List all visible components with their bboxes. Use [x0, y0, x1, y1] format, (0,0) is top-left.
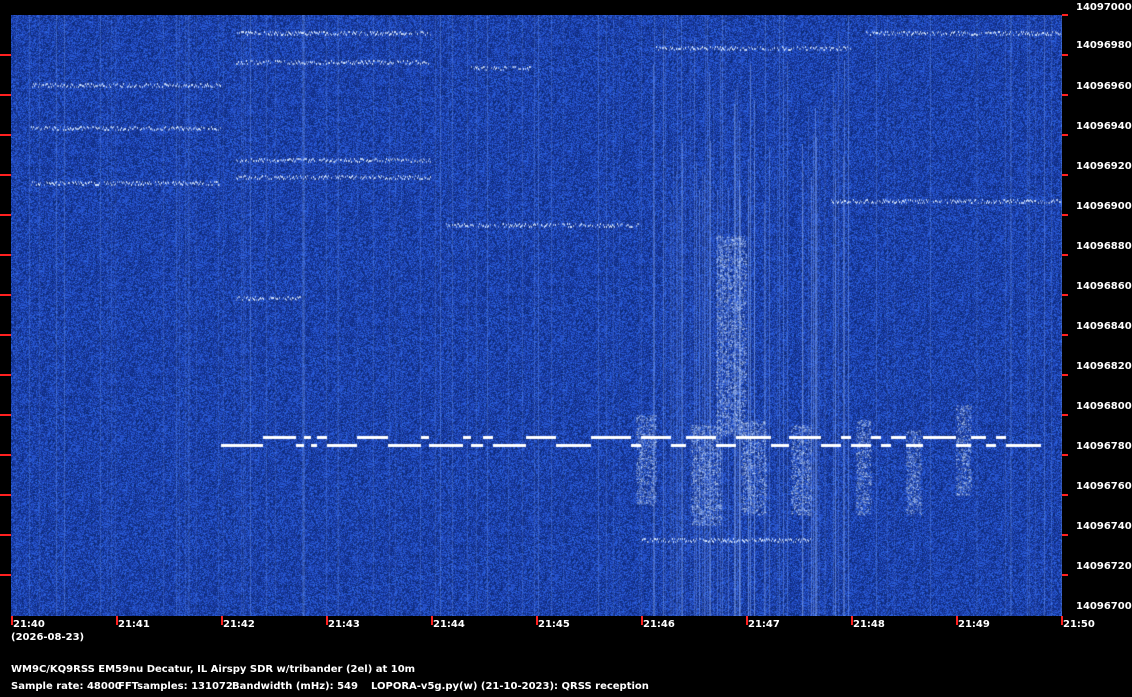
x-tick-label: 21:43 [328, 619, 360, 630]
y-tick-label: 14096720 [1076, 561, 1132, 572]
x-tick-label: 21:44 [433, 619, 465, 630]
x-tick-label: 21:49 [958, 619, 990, 630]
y-tick-mark [0, 294, 11, 296]
x-tick-label: 21:50 [1063, 619, 1095, 630]
y-tick-mark [0, 54, 11, 56]
y-tick-mark [0, 454, 11, 456]
y-tick-mark [0, 94, 11, 96]
y-tick-mark [1062, 574, 1068, 576]
y-tick-label: 14096840 [1076, 321, 1132, 332]
station-info: WM9C/KQ9RSS EM59nu Decatur, IL Airspy SD… [11, 664, 416, 675]
y-tick-label: 14096800 [1076, 401, 1132, 412]
fft-samples: FFTsamples: 131072 [118, 681, 233, 692]
y-tick-mark [1062, 254, 1068, 256]
y-tick-label: 14096820 [1076, 361, 1132, 372]
y-tick-mark [0, 374, 11, 376]
spectrogram-canvas [11, 15, 1062, 616]
y-tick-mark [0, 494, 11, 496]
y-tick-mark [1062, 174, 1068, 176]
date-label: (2026-08-23) [11, 632, 85, 643]
y-tick-mark [0, 174, 11, 176]
y-tick-mark [1062, 214, 1068, 216]
y-tick-mark [0, 134, 11, 136]
y-tick-label: 14096760 [1076, 481, 1132, 492]
sample-rate: Sample rate: 48000 [11, 681, 122, 692]
y-tick-mark [0, 214, 11, 216]
y-tick-label: 14096940 [1076, 121, 1132, 132]
y-tick-label: 14096860 [1076, 281, 1132, 292]
y-tick-label: 14096780 [1076, 441, 1132, 452]
y-tick-mark [1062, 454, 1068, 456]
y-tick-mark [1062, 334, 1068, 336]
y-tick-mark [0, 574, 11, 576]
y-tick-label: 14097000 [1076, 2, 1132, 13]
y-tick-mark [1062, 374, 1068, 376]
y-tick-mark [1062, 14, 1068, 16]
y-tick-label: 14096740 [1076, 521, 1132, 532]
y-tick-mark [1062, 534, 1068, 536]
x-tick-label: 21:40 [13, 619, 45, 630]
y-tick-mark [0, 254, 11, 256]
y-tick-mark [1062, 94, 1068, 96]
bandwidth: Bandwidth (mHz): 549 [232, 681, 358, 692]
y-tick-label: 14096880 [1076, 241, 1132, 252]
x-tick-label: 21:47 [748, 619, 780, 630]
x-tick-label: 21:48 [853, 619, 885, 630]
y-tick-mark [1062, 414, 1068, 416]
x-tick-label: 21:41 [118, 619, 150, 630]
y-tick-mark [1062, 134, 1068, 136]
y-tick-mark [1062, 54, 1068, 56]
y-tick-mark [1062, 294, 1068, 296]
y-tick-label: 14096700 [1076, 601, 1132, 612]
y-tick-label: 14096900 [1076, 201, 1132, 212]
x-tick-label: 21:46 [643, 619, 675, 630]
y-tick-mark [0, 414, 11, 416]
x-tick-label: 21:42 [223, 619, 255, 630]
y-tick-label: 14096920 [1076, 161, 1132, 172]
x-tick-label: 21:45 [538, 619, 570, 630]
y-tick-label: 14096960 [1076, 81, 1132, 92]
y-tick-mark [1062, 494, 1068, 496]
y-tick-label: 14096980 [1076, 40, 1132, 51]
y-tick-mark [0, 534, 11, 536]
y-tick-mark [0, 334, 11, 336]
software-info: LOPORA-v5g.py(w) (21-10-2023): QRSS rece… [371, 681, 649, 692]
